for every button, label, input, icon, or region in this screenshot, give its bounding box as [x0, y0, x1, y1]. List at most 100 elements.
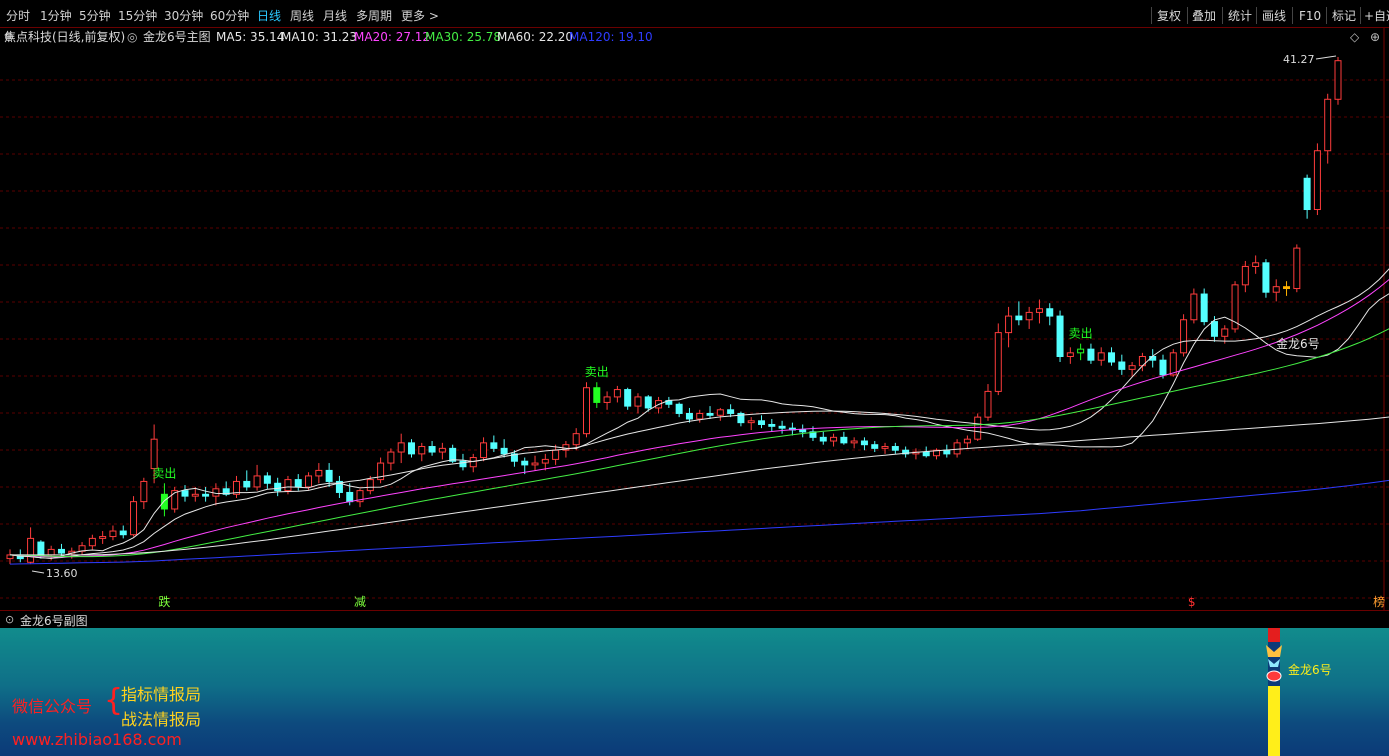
candle-body [1210, 321, 1218, 337]
period-tab-2[interactable]: 5分钟 [79, 9, 111, 23]
toolbar-button-6[interactable]: +自选 [1364, 9, 1389, 23]
candle [78, 542, 86, 555]
toolbar-button-0[interactable]: 复权 [1157, 9, 1181, 23]
period-toolbar: 分时 1分钟 5分钟 15分钟 30分钟 60分钟 日线 周线 月线 多周期 更多 > 复权 叠加 统计画… [0, 0, 1389, 28]
candle [480, 437, 488, 462]
ma-lines [9, 268, 1389, 565]
candle-body [191, 493, 199, 497]
candle [130, 496, 138, 537]
candle [706, 406, 714, 419]
subchart-collapse-icon[interactable]: ⊙ [5, 613, 14, 626]
candle [541, 453, 549, 471]
candle-body [1313, 150, 1321, 211]
toolbar-separator [1326, 7, 1327, 24]
candle [696, 409, 704, 423]
candle-body [109, 530, 117, 538]
candle-body [1190, 293, 1198, 321]
candle [1180, 314, 1188, 357]
candle [294, 474, 302, 491]
candle [1324, 93, 1332, 164]
candle-body [850, 440, 858, 444]
candle-body [305, 475, 313, 488]
candle [716, 407, 724, 421]
candle [799, 424, 807, 438]
candle [1252, 255, 1260, 274]
subchart-svg: 金龙6号 [1266, 628, 1332, 756]
candle [1087, 343, 1095, 364]
gem-icon [1266, 670, 1282, 682]
toolbar-button-5[interactable]: 标记 [1332, 9, 1356, 23]
candle-body [480, 442, 488, 459]
candle-body [727, 409, 735, 414]
candle [552, 444, 560, 465]
bottom-marker: 减 [354, 595, 366, 609]
period-tab-10[interactable]: 更多 > [401, 9, 439, 23]
candle-body [778, 425, 786, 429]
candle [593, 382, 601, 408]
period-tab-1[interactable]: 1分钟 [40, 9, 72, 23]
subchart-title: 金龙6号副图 [20, 614, 88, 628]
candle-body [799, 429, 807, 433]
candle-body [1293, 247, 1301, 290]
candle-body [130, 501, 138, 536]
candle-body [768, 423, 776, 427]
candle [171, 486, 179, 513]
candle [902, 446, 910, 458]
candle-body [37, 541, 45, 556]
candle-body [541, 458, 549, 464]
candle [6, 549, 14, 565]
candle-body [830, 436, 838, 442]
candle-body [531, 462, 539, 466]
main-kline-chart[interactable]: 卖出卖出卖出41.2713.60金龙6号跌减$榜财 [0, 28, 1389, 610]
candle [407, 439, 415, 458]
watermark-line1: 指标情报局 [121, 685, 202, 704]
candle-body [758, 420, 766, 425]
candle-body [1025, 311, 1033, 321]
subchart-panel[interactable]: 金龙6号 微信公众号 { 指标情报局 战法情报局 www.zhibiao168.… [0, 628, 1389, 756]
candle-body [119, 530, 127, 536]
candle-body [253, 475, 261, 488]
candle-body [572, 433, 580, 446]
candle [582, 382, 590, 438]
candle [984, 384, 992, 421]
toolbar-button-2[interactable]: 统计 [1228, 9, 1252, 23]
bottom-marker: 跌 [158, 594, 170, 609]
candle [490, 435, 498, 453]
candle-body [1056, 315, 1064, 358]
watermark-url: www.zhibiao168.com [12, 730, 182, 749]
toolbar-button-3[interactable]: 画线 [1262, 9, 1286, 23]
candle [1283, 281, 1291, 296]
period-tab-7[interactable]: 周线 [290, 9, 314, 23]
period-tab-5[interactable]: 60分钟 [210, 9, 249, 23]
indicator-label: 金龙6号 [1276, 336, 1320, 351]
candle [613, 385, 621, 403]
candle [531, 455, 539, 471]
candle [1015, 301, 1023, 326]
period-tab-8[interactable]: 月线 [323, 9, 347, 23]
candle-body [603, 396, 611, 403]
candle-body [871, 444, 879, 449]
candle-body [57, 548, 65, 554]
candle [418, 442, 426, 462]
candles [6, 57, 1342, 565]
candle-body [634, 396, 642, 407]
toolbar-separator [1151, 7, 1152, 24]
candle [202, 486, 210, 502]
period-tab-4[interactable]: 30分钟 [164, 9, 203, 23]
candle [788, 422, 796, 436]
toolbar-separator [1222, 7, 1223, 24]
candle-body [1272, 286, 1280, 293]
candle-body [1303, 177, 1311, 211]
toolbar-button-4[interactable]: F10 [1299, 9, 1321, 23]
period-tab-6[interactable]: 日线 [257, 9, 281, 23]
candle [665, 396, 673, 408]
candle-body [150, 438, 158, 470]
candle [768, 418, 776, 432]
price-high-label: 41.27 [1283, 53, 1315, 66]
candle-body [99, 536, 107, 539]
period-tab-9[interactable]: 多周期 [356, 9, 392, 23]
period-tab-3[interactable]: 15分钟 [118, 9, 157, 23]
candle-body [274, 482, 282, 492]
period-tab-0[interactable]: 分时 [6, 9, 30, 23]
toolbar-button-1[interactable]: 叠加 [1192, 9, 1216, 23]
